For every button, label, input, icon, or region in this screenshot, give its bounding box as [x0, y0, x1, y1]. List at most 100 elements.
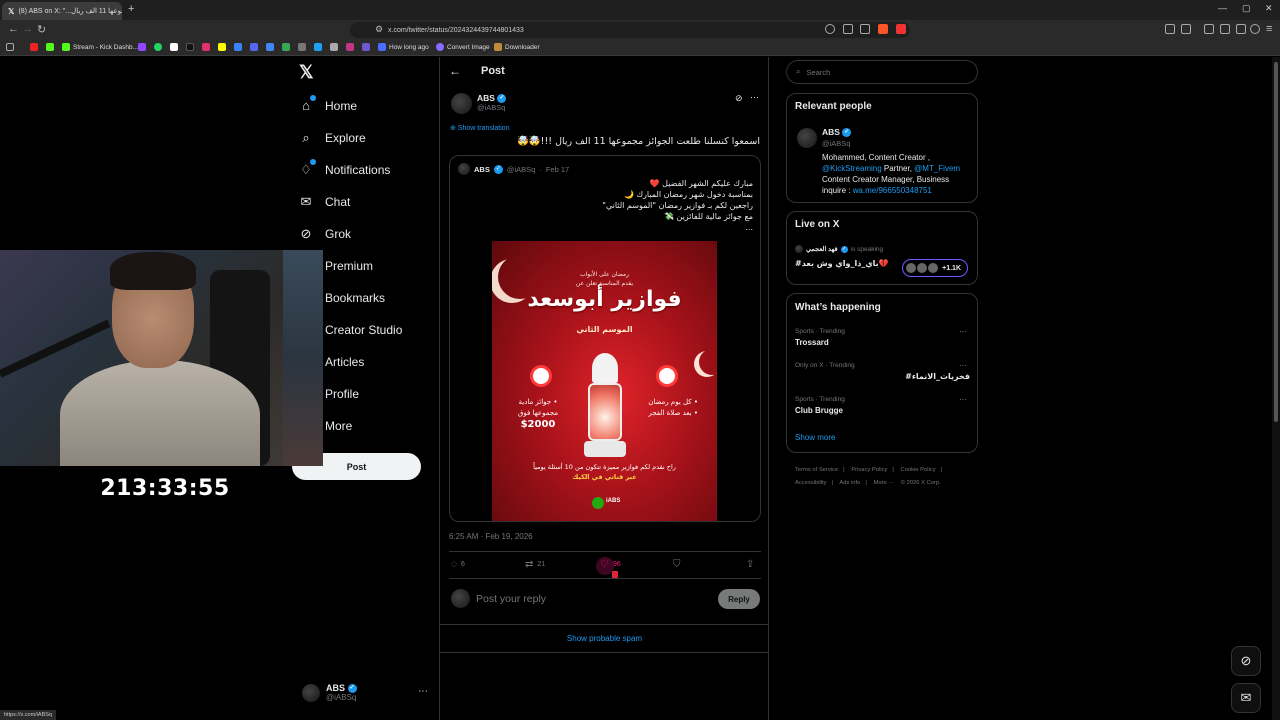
tab-title: (8) ABS on X: "...مجموعها 11 الف ريال" — [18, 8, 122, 15]
site-settings-icon[interactable]: ⚙ — [375, 24, 383, 35]
footer-link[interactable]: Privacy Policy — [851, 467, 887, 473]
verified-icon: ✓ — [347, 684, 357, 694]
share-action[interactable]: ⇪ — [746, 559, 754, 570]
maximize-icon[interactable]: ▢ — [1242, 3, 1251, 14]
trend-more-icon[interactable]: ⋯ — [959, 361, 967, 370]
extension-icon[interactable] — [1236, 24, 1246, 34]
trend-more-icon[interactable]: ⋯ — [959, 327, 967, 336]
reply-composer — [451, 589, 696, 608]
bookmark-icon[interactable] — [234, 43, 242, 51]
browser-tab-bar: 𝕏 (8) ABS on X: "...مجموعها 11 الف ريال"… — [0, 0, 1280, 20]
footer-link[interactable]: More ··· — [873, 480, 894, 486]
reply-action[interactable]: ◌ 6 — [451, 559, 465, 570]
post-timestamp[interactable]: 6:25 AM · Feb 19, 2026 — [449, 532, 533, 541]
bookmark-how-long-ago[interactable]: How long ago — [378, 43, 429, 51]
mouse-cursor — [612, 571, 618, 578]
kickstreaming-link[interactable]: @KickStreaming — [822, 164, 882, 173]
live-space-title[interactable]: #باي_ذا_واي وش بعد💔 — [795, 259, 889, 268]
trend-item[interactable]: Only on X · Trending #فخريات_الانماء — [795, 362, 970, 381]
nav-chat[interactable]: ✉ Chat — [299, 194, 351, 210]
x-logo-icon[interactable]: 𝕏 — [299, 62, 314, 83]
account-switcher[interactable]: ABS ✓ @iABSq — [302, 683, 357, 702]
bookmark-downloader[interactable]: Downloader — [494, 43, 540, 51]
bookmark-icon[interactable] — [298, 43, 306, 51]
avatar[interactable] — [451, 93, 472, 114]
cast-icon[interactable] — [843, 24, 853, 34]
whatsapp-link[interactable]: wa.me/966550348751 — [853, 186, 932, 195]
stream-timer: 213:33:55 — [100, 476, 230, 501]
repost-action[interactable]: ⇄ 21 — [525, 559, 545, 570]
nav-explore[interactable]: ⌕ Explore — [299, 130, 365, 146]
rewards-icon[interactable] — [896, 24, 906, 34]
share-icon[interactable] — [860, 24, 870, 34]
minimize-icon[interactable]: — — [1218, 3, 1227, 13]
brave-shield-icon[interactable] — [878, 24, 888, 34]
window-close-icon[interactable]: ✕ — [1265, 3, 1273, 14]
bookmark-action[interactable]: ⛉ — [673, 559, 681, 570]
bookmark-icon[interactable] — [282, 43, 290, 51]
show-probable-spam-link[interactable]: Show probable spam — [440, 634, 769, 643]
bookmark-icon[interactable] — [346, 43, 354, 51]
nav-home[interactable]: ⌂ Home — [299, 95, 357, 113]
reply-input[interactable] — [476, 592, 696, 605]
logo-icon — [592, 497, 604, 509]
wallet-icon[interactable] — [1220, 24, 1230, 34]
live-host[interactable]: فهد العجمي ✓ is speaking — [795, 245, 883, 253]
post-image[interactable]: رمضان على الأبواب يقدم المناسبة تعلن عن … — [492, 241, 717, 521]
show-more-link[interactable]: Show more — [795, 433, 835, 442]
reload-icon[interactable]: ↻ — [37, 23, 46, 36]
reply-button[interactable]: Reply — [718, 589, 760, 609]
nav-notifications[interactable]: ♢ Notifications — [299, 159, 390, 178]
nav-grok[interactable]: ⊘ Grok — [299, 226, 351, 242]
back-arrow-icon[interactable]: ← — [449, 64, 461, 78]
footer-link[interactable]: Accessibility — [795, 480, 827, 486]
more-options-icon[interactable]: ⋯ — [750, 92, 759, 103]
post-author[interactable]: ABS ✓ @iABSq — [451, 93, 507, 114]
microphone-icon — [0, 319, 111, 378]
new-tab-icon[interactable]: + — [128, 3, 134, 15]
extension-icon[interactable] — [1165, 24, 1175, 34]
messages-fab[interactable]: ✉ — [1231, 683, 1261, 713]
show-translation-link[interactable]: ⊕ Show translation — [450, 124, 510, 132]
bookmark-convert-image[interactable]: Convert Image — [436, 43, 490, 51]
browser-tab[interactable]: 𝕏 (8) ABS on X: "...مجموعها 11 الف ريال"… — [2, 2, 122, 20]
grok-icon[interactable]: ⊘ — [735, 93, 743, 104]
bookmark-icon[interactable] — [314, 43, 322, 51]
relevant-person-name[interactable]: ABS ✓ — [822, 127, 852, 138]
bookmark-icon[interactable] — [170, 43, 178, 51]
avatar[interactable] — [797, 128, 817, 148]
apps-icon[interactable] — [6, 43, 14, 51]
footer-link[interactable]: Cookie Policy — [901, 467, 936, 473]
trend-item[interactable]: Sports · Trending Trossard — [795, 328, 845, 347]
bookmark-icon[interactable] — [330, 43, 338, 51]
account-more-icon[interactable]: ⋯ — [418, 686, 428, 697]
footer-link[interactable]: Ads info — [839, 480, 860, 486]
vpn-icon[interactable] — [1250, 24, 1260, 34]
zoom-icon[interactable] — [825, 24, 835, 34]
scrollbar-thumb[interactable] — [1274, 62, 1278, 422]
bookmark-icon[interactable] — [138, 43, 146, 51]
bookmark-icon[interactable] — [186, 43, 194, 51]
trend-more-icon[interactable]: ⋯ — [959, 395, 967, 404]
bookmark-icon[interactable] — [266, 43, 274, 51]
bookmark-icon[interactable] — [218, 43, 226, 51]
bookmark-icon[interactable] — [154, 43, 162, 51]
trend-item[interactable]: Sports · Trending Club Brugge — [795, 396, 845, 415]
bookmark-icon[interactable] — [46, 43, 54, 51]
bookmark-icon[interactable] — [202, 43, 210, 51]
search-input[interactable] — [806, 67, 957, 77]
bookmark-kick[interactable]: Stream - Kick Dashb... — [62, 43, 138, 51]
bookmark-icon[interactable] — [250, 43, 258, 51]
menu-icon[interactable]: ≡ — [1266, 23, 1272, 35]
forward-nav-icon[interactable]: → — [22, 23, 33, 35]
sidebar-icon[interactable] — [1204, 24, 1214, 34]
back-nav-icon[interactable]: ← — [8, 23, 19, 35]
extension-icon[interactable] — [1181, 24, 1191, 34]
search-box[interactable]: ⌕ — [786, 60, 978, 84]
footer-link[interactable]: Terms of Service — [795, 467, 838, 473]
bookmark-icon[interactable] — [30, 43, 38, 51]
bookmark-icon[interactable] — [362, 43, 370, 51]
like-action[interactable]: ♡ 96 — [600, 559, 621, 570]
grok-fab[interactable]: ⊘ — [1231, 646, 1261, 676]
mt-fivem-link[interactable]: @MT_Fivem — [914, 164, 960, 173]
